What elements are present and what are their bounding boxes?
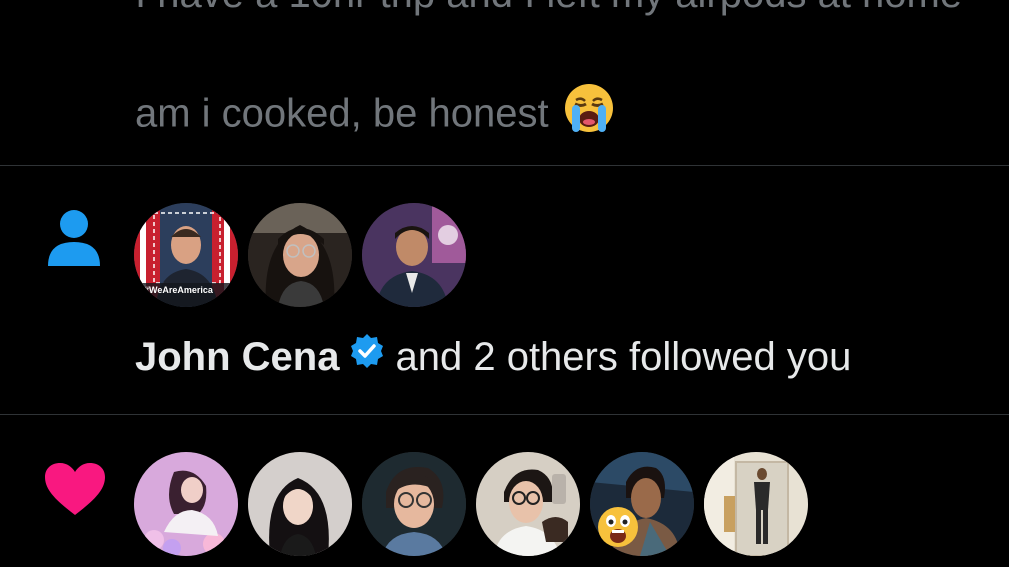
verified-badge-icon — [349, 332, 385, 380]
liker-1-avatar[interactable] — [134, 452, 238, 556]
liker-2-avatar[interactable] — [248, 452, 352, 556]
divider — [0, 414, 1009, 415]
astonished-face-icon — [596, 505, 640, 554]
follower-3-avatar[interactable] — [362, 203, 466, 307]
follower-2-avatar[interactable] — [248, 203, 352, 307]
actor-name[interactable]: John Cena — [135, 335, 339, 379]
crying-face-icon — [563, 82, 615, 144]
liker-avatars — [134, 452, 808, 556]
tweet-text: am i cooked, be honest — [135, 91, 549, 136]
follow-notification-text: John Cena and 2 others followed you — [135, 333, 851, 381]
follower-avatars: #WeAreAmerica — [134, 203, 466, 307]
divider — [0, 165, 1009, 166]
liker-6-avatar[interactable] — [704, 452, 808, 556]
john-cena-avatar[interactable]: #WeAreAmerica — [134, 203, 238, 307]
liker-4-avatar[interactable] — [476, 452, 580, 556]
liker-3-avatar[interactable] — [362, 452, 466, 556]
follow-action-text: and 2 others followed you — [395, 335, 852, 379]
tweet-text-line-2: am i cooked, be honest — [135, 84, 615, 144]
avatar-caption: #WeAreAmerica — [144, 285, 213, 295]
tweet-text-line-1: I have a 10hr trip and I left my airpods… — [135, 0, 1009, 16]
person-icon — [47, 209, 101, 272]
heart-icon — [44, 462, 106, 521]
